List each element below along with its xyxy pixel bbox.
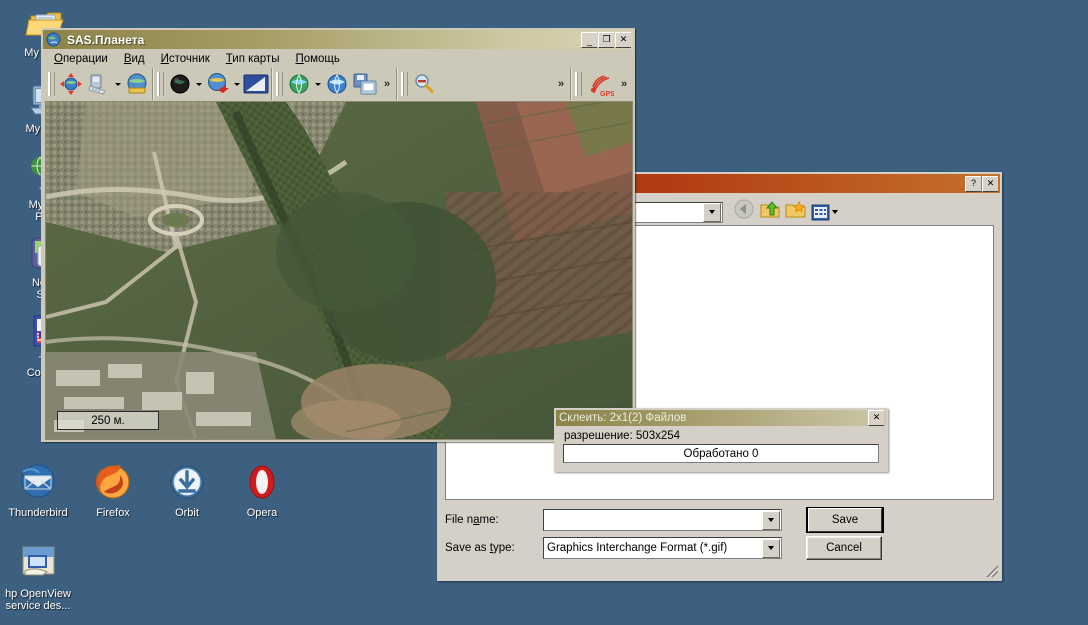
- sas-planeta-window: SAS.Планета _ ❐ ✕ Операции Вид Источник …: [41, 28, 635, 442]
- toolbar-grip[interactable]: [575, 72, 582, 96]
- chevron-down-icon[interactable]: [703, 203, 721, 222]
- desktop-icon-label: hp OpenView service des...: [0, 588, 76, 612]
- globe-icon: [46, 32, 63, 47]
- chevron-down-icon[interactable]: [762, 539, 780, 558]
- chevron-down-icon[interactable]: [113, 71, 123, 97]
- cancel-button-label: Cancel: [826, 542, 862, 554]
- sas-menu-bar: Операции Вид Источник Тип карты Помощь: [43, 49, 633, 67]
- satellite-imagery: [46, 102, 632, 439]
- sas-minimize-button[interactable]: _: [581, 32, 597, 48]
- search-toolbar: »: [396, 68, 570, 100]
- chevron-down-icon[interactable]: [194, 71, 204, 97]
- gps-toolbar: GPS »: [570, 68, 633, 100]
- measure-tool-button[interactable]: [85, 71, 113, 97]
- thunderbird-icon: [17, 462, 59, 504]
- desktop-icon-label: Thunderbird: [0, 507, 76, 519]
- progress-close-button[interactable]: ✕: [868, 410, 884, 426]
- desktop-icon-opera[interactable]: Opera: [224, 462, 300, 519]
- navigation-toolbar: [45, 68, 152, 100]
- overlay-layer-button[interactable]: [204, 71, 232, 97]
- file-name-row: File name: Save: [445, 509, 992, 531]
- sas-title-bar[interactable]: SAS.Планета _ ❐ ✕: [43, 30, 633, 49]
- views-grid-icon[interactable]: [811, 203, 838, 222]
- menu-item-map-type[interactable]: Тип карты: [219, 52, 287, 66]
- firefox-icon: [92, 462, 134, 504]
- internet-source-button[interactable]: [285, 71, 313, 97]
- progress-dialog-title: Склеить: 2x1(2) Файлов: [559, 412, 867, 424]
- toolbar-grip[interactable]: [157, 72, 164, 96]
- new-folder-icon[interactable]: [785, 199, 807, 225]
- orbit-icon: [166, 462, 208, 504]
- svg-text:GPS: GPS: [600, 91, 614, 97]
- desktop-icon-thunderbird[interactable]: Thunderbird: [0, 462, 76, 519]
- scale-bar: 250 м.: [57, 411, 159, 430]
- file-name-field[interactable]: [543, 509, 782, 531]
- source-toolbar: »: [271, 68, 396, 100]
- layers-toolbar: [152, 68, 271, 100]
- sas-close-button[interactable]: ✕: [615, 32, 631, 48]
- cache-source-button[interactable]: [323, 71, 351, 97]
- toolbar-overflow-chevron[interactable]: »: [553, 71, 569, 97]
- desktop-icon-label: Firefox: [75, 507, 151, 519]
- toolbar-overflow-chevron[interactable]: »: [379, 71, 395, 97]
- pan-tool-button[interactable]: [57, 71, 85, 97]
- chevron-down-icon[interactable]: [232, 71, 242, 97]
- placemark-button[interactable]: [123, 71, 151, 97]
- screenshot-button[interactable]: [242, 71, 270, 97]
- opera-icon: [241, 462, 283, 504]
- sas-title: SAS.Планета: [67, 33, 580, 47]
- hp-openview-icon: [17, 543, 59, 585]
- merge-progress-dialog: Склеить: 2x1(2) Файлов ✕ разрешение: 503…: [554, 408, 888, 472]
- save-as-type-select[interactable]: Graphics Interchange Format (*.gif): [543, 537, 782, 559]
- toolbar-overflow-chevron[interactable]: »: [616, 71, 632, 97]
- gps-button[interactable]: GPS: [584, 71, 616, 97]
- map-layer-button[interactable]: [166, 71, 194, 97]
- menu-item-help[interactable]: Помощь: [288, 52, 346, 66]
- toolbar-grip[interactable]: [401, 72, 408, 96]
- back-arrow-icon[interactable]: [733, 199, 755, 225]
- sas-toolbars: » » GP: [43, 67, 633, 102]
- menu-item-operations[interactable]: Операции: [47, 52, 115, 66]
- chevron-down-icon[interactable]: [313, 71, 323, 97]
- menu-item-view[interactable]: Вид: [117, 52, 152, 66]
- download-manager-button[interactable]: [351, 71, 379, 97]
- map-canvas[interactable]: 250 м.: [45, 101, 633, 440]
- file-name-label: File name:: [445, 514, 543, 526]
- chevron-down-icon[interactable]: [762, 511, 780, 530]
- toolbar-grip[interactable]: [48, 72, 55, 96]
- cancel-button[interactable]: Cancel: [806, 536, 882, 560]
- save-dialog-fields: File name: Save Save as type: Graphics I…: [445, 509, 992, 565]
- save-dialog-help-button[interactable]: ?: [965, 176, 981, 192]
- resize-grip[interactable]: [986, 565, 998, 577]
- save-button[interactable]: Save: [806, 507, 884, 533]
- desktop-icon-orbit[interactable]: Orbit: [149, 462, 225, 519]
- save-as-type-label: Save as type:: [445, 542, 543, 554]
- progress-title-bar[interactable]: Склеить: 2x1(2) Файлов ✕: [556, 410, 886, 426]
- save-as-type-row: Save as type: Graphics Interchange Forma…: [445, 537, 992, 559]
- menu-item-source[interactable]: Источник: [154, 52, 217, 66]
- toolbar-grip[interactable]: [276, 72, 283, 96]
- save-as-type-value: Graphics Interchange Format (*.gif): [544, 542, 762, 554]
- folder-up-icon[interactable]: [759, 199, 781, 225]
- desktop-icon-label: Orbit: [149, 507, 225, 519]
- scale-bar-label: 250 м.: [91, 415, 124, 427]
- progress-bar-text: Обработано 0: [684, 448, 759, 460]
- desktop-icon-hp-openview[interactable]: hp OpenView service des...: [0, 543, 76, 612]
- resolution-label: разрешение: 503x254: [556, 426, 886, 444]
- desktop-icon-label: Opera: [224, 507, 300, 519]
- save-button-label: Save: [832, 514, 858, 526]
- search-button[interactable]: [410, 71, 438, 97]
- progress-bar: Обработано 0: [563, 444, 879, 463]
- desktop-icon-firefox[interactable]: Firefox: [75, 462, 151, 519]
- save-dialog-close-button[interactable]: ✕: [982, 176, 998, 192]
- sas-maximize-button[interactable]: ❐: [598, 32, 614, 48]
